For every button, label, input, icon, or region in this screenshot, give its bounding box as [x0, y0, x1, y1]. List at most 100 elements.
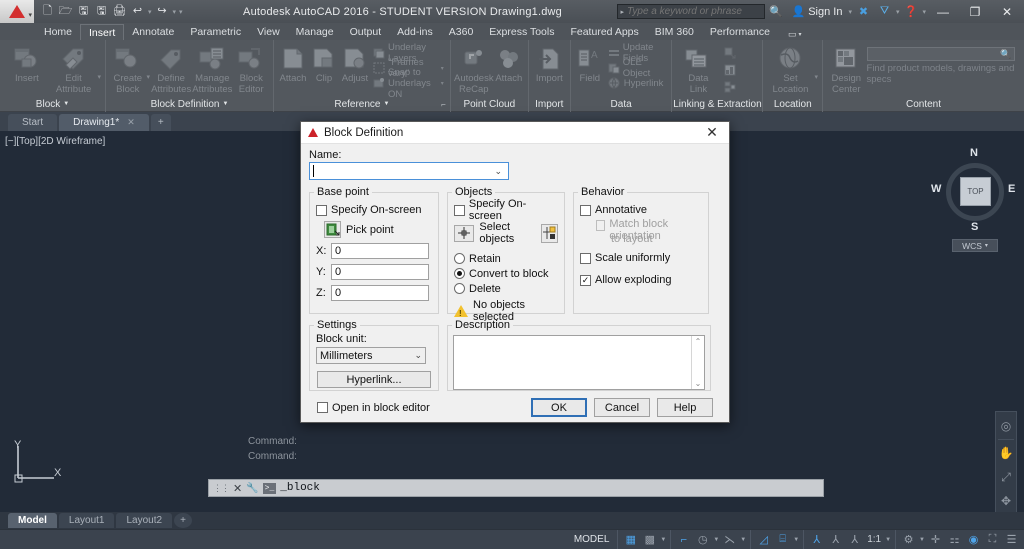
objects-delete-row[interactable]: Delete [454, 281, 558, 296]
panel-title-block-definition[interactable]: Block Definition ▼ [106, 97, 273, 112]
checkbox-icon[interactable] [317, 402, 328, 413]
import-button[interactable]: Import [533, 43, 566, 84]
autoscale-icon[interactable]: ⅄ [827, 531, 844, 548]
behavior-annotative-row[interactable]: Annotative [580, 202, 702, 218]
close-button[interactable]: ✕ [992, 0, 1022, 23]
clip-button[interactable]: Clip [309, 43, 339, 84]
checkbox-icon[interactable] [580, 204, 591, 216]
ribbon-tab-a360[interactable]: A360 [441, 24, 482, 40]
search-input[interactable] [627, 6, 762, 17]
open-in-block-editor-row[interactable]: Open in block editor [317, 402, 524, 414]
radio-icon[interactable] [454, 268, 465, 279]
undo-icon[interactable]: ↩ [130, 4, 145, 19]
binoculars-search-icon[interactable]: 🔍 [767, 2, 786, 21]
dialog-close-button[interactable]: ✕ [695, 122, 729, 144]
content-search-icon[interactable]: 🔍 [1000, 49, 1011, 60]
scroll-up-icon[interactable]: ⌃ [695, 337, 702, 346]
extract-data-button[interactable] [721, 46, 741, 60]
help-button[interactable]: Help [657, 398, 713, 417]
panel-title-import[interactable]: Import [529, 97, 570, 112]
ortho-mode-icon[interactable]: ⌐ [675, 531, 692, 548]
base-point-specify-onscreen-row[interactable]: Specify On-screen [316, 202, 432, 218]
steering-wheel-icon[interactable]: ◎ [996, 415, 1016, 437]
share-dropdown-icon[interactable]: ▾ [896, 8, 900, 16]
layout-tab-layout2[interactable]: Layout2 [116, 513, 173, 528]
view-cube-south-label[interactable]: S [971, 221, 978, 233]
autodesk-exchange-icon[interactable]: ✖ [854, 2, 873, 21]
ribbon-tab-parametric[interactable]: Parametric [182, 24, 249, 40]
view-cube-east-label[interactable]: E [1008, 183, 1015, 195]
isolate-objects-icon[interactable]: ⚏ [946, 531, 963, 548]
insert-button[interactable]: Insert [4, 43, 50, 84]
behavior-allow-exploding-row[interactable]: ✓ Allow exploding [580, 272, 702, 288]
close-icon[interactable]: ✕ [233, 482, 242, 495]
polar-tracking-icon[interactable]: ◷ [694, 531, 711, 548]
set-location-dropdown-icon[interactable]: ▾ [814, 73, 818, 97]
edit-attribute-button[interactable]: Edit Attribute [51, 43, 97, 95]
block-unit-select[interactable]: Millimeters ⌄ [316, 347, 426, 364]
reference-dialog-launcher-icon[interactable]: ⌐ [441, 97, 446, 112]
snap-to-underlays-button[interactable]: Snap to Underlays ON ▾ [371, 67, 446, 100]
ribbon-tab-annotate[interactable]: Annotate [124, 24, 182, 40]
open-icon[interactable]: 🗁 [58, 4, 73, 19]
radio-icon[interactable] [454, 253, 465, 264]
description-scrollbar[interactable]: ⌃ ⌄ [691, 336, 704, 389]
orbit-icon[interactable]: ✥ [996, 490, 1016, 512]
search-dropdown-icon[interactable]: ▸ [621, 8, 625, 16]
annotation-scale-icon[interactable]: ⅄ [846, 531, 863, 548]
save-icon[interactable]: 🖫 [76, 4, 91, 19]
checkbox-icon[interactable] [454, 204, 465, 216]
ribbon-tab-output[interactable]: Output [342, 24, 390, 40]
objects-convert-to-block-row[interactable]: Convert to block [454, 266, 558, 281]
behavior-scale-uniformly-row[interactable]: Scale uniformly [580, 250, 702, 266]
ribbon-tab-manage[interactable]: Manage [288, 24, 342, 40]
customization-icon[interactable]: ☰ [1003, 531, 1020, 548]
annotation-visibility-icon[interactable]: ⅄ [808, 531, 825, 548]
share-icon[interactable]: ⛛ [875, 2, 894, 21]
chevron-down-icon[interactable]: ▼ [885, 537, 891, 543]
create-block-dropdown-icon[interactable]: ▾ [147, 73, 151, 97]
sign-in-button[interactable]: 👤 Sign In [788, 5, 847, 19]
ribbon-tab-insert[interactable]: Insert [80, 24, 125, 40]
data-link-button[interactable]: Data Link [676, 43, 720, 95]
ucs-selector[interactable]: WCS ▾ [952, 239, 998, 252]
panel-title-point-cloud[interactable]: Point Cloud [451, 97, 528, 112]
chevron-down-icon[interactable]: ▼ [740, 537, 746, 543]
plot-icon[interactable]: 🖨 [112, 4, 127, 19]
block-definition-dialog[interactable]: Block Definition ✕ Name: ⌄ Base point Sp… [300, 121, 730, 423]
ribbon-tab-bim360[interactable]: BIM 360 [647, 24, 702, 40]
block-editor-button[interactable]: Block Editor [233, 43, 269, 95]
chevron-down-icon[interactable]: ▼ [919, 537, 925, 543]
ribbon-minimize-control[interactable]: ▭ ▾ [788, 29, 802, 40]
object-snap-tracking-icon[interactable]: ◿ [755, 531, 772, 548]
block-name-combobox[interactable]: ⌄ [309, 162, 509, 180]
infocenter-search[interactable]: ▸ [616, 4, 765, 19]
help-dropdown-icon[interactable]: ▾ [922, 8, 926, 16]
workspace-switching-icon[interactable]: ⚙ [900, 531, 917, 548]
content-search-input[interactable]: 🔍 [866, 47, 1015, 61]
cancel-button[interactable]: Cancel [594, 398, 650, 417]
download-from-source-button[interactable] [721, 80, 741, 94]
chevron-down-icon[interactable]: ▾ [441, 65, 444, 72]
panel-title-content[interactable]: Content [823, 97, 1024, 112]
view-cube-face[interactable]: TOP [960, 177, 991, 206]
object-snap-icon[interactable]: ⋋ [721, 531, 738, 548]
pan-icon[interactable]: ✋ [996, 442, 1016, 464]
layout-tab-layout1[interactable]: Layout1 [58, 513, 115, 528]
command-input-value[interactable]: _block [280, 482, 320, 494]
clean-screen-icon[interactable]: ◉ [965, 531, 982, 548]
annotation-scale-value[interactable]: 1:1 [865, 534, 883, 545]
minimize-button[interactable]: — [928, 0, 958, 23]
pick-point-button[interactable]: Pick point [324, 221, 432, 238]
hyperlink-button[interactable]: Hyperlink [606, 76, 668, 90]
new-icon[interactable]: 🗋 [40, 4, 55, 19]
application-menu-button[interactable]: ▾ [0, 0, 34, 23]
grid-display-icon[interactable]: ▦ [622, 531, 639, 548]
layout-tab-model[interactable]: Model [8, 513, 57, 528]
chevron-down-icon[interactable]: ▼ [793, 537, 799, 543]
define-attributes-button[interactable]: Define Attributes [151, 43, 191, 95]
status-model-label[interactable]: MODEL [566, 534, 618, 545]
ucs-status-icon[interactable]: ⌸ [774, 531, 791, 548]
redo-dropdown-icon[interactable]: ▾ [173, 8, 177, 16]
base-point-y-input[interactable] [331, 264, 429, 280]
